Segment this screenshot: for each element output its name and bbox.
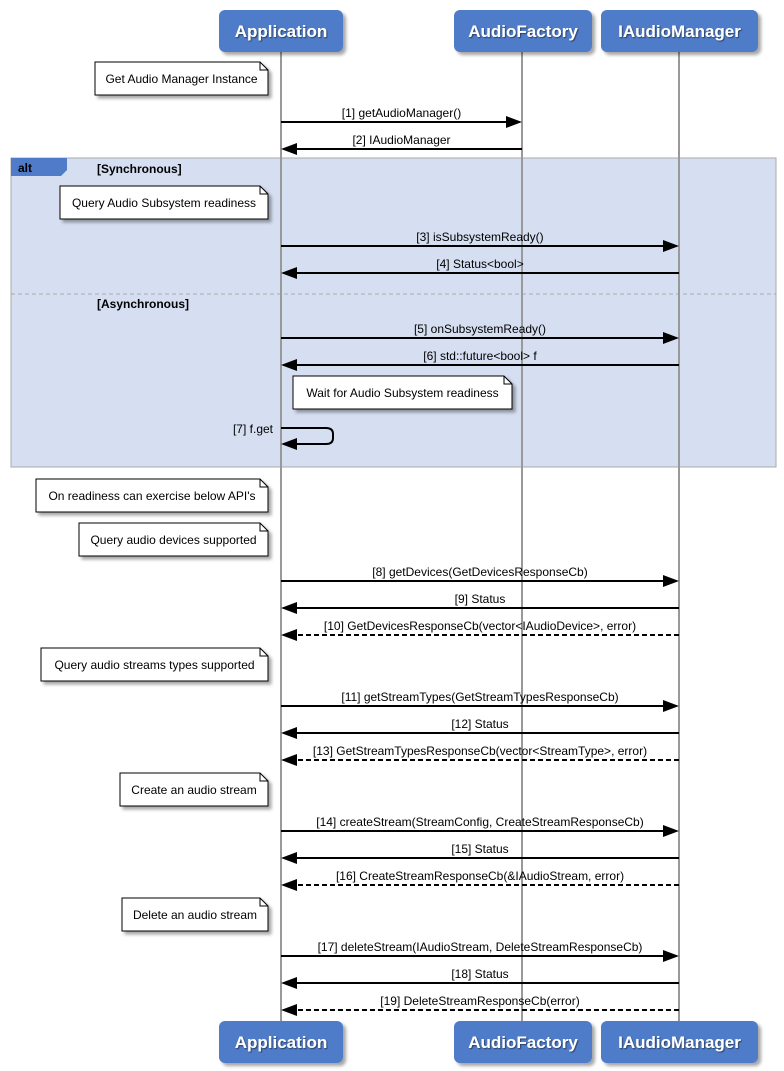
- message-label: [17] deleteStream(IAudioStream, DeleteSt…: [318, 940, 643, 954]
- participant-name: AudioFactory: [468, 1033, 578, 1052]
- message: [16] CreateStreamResponseCb(&IAudioStrea…: [281, 869, 679, 891]
- message: [17] deleteStream(IAudioStream, DeleteSt…: [281, 940, 679, 962]
- message-label: [1] getAudioManager(): [342, 106, 461, 120]
- message-label: [9] Status: [455, 592, 506, 606]
- message-label: [12] Status: [451, 717, 508, 731]
- message-label: [19] DeleteStreamResponseCb(error): [380, 994, 579, 1008]
- arrowhead-icon: [281, 977, 297, 989]
- message: [13] GetStreamTypesResponseCb(vector<Str…: [281, 744, 679, 766]
- alt-label: alt: [18, 161, 32, 175]
- participant-audiofactory-top[interactable]: AudioFactory: [454, 10, 592, 52]
- message-label: [8] getDevices(GetDevicesResponseCb): [372, 565, 587, 579]
- participant-name: IAudioManager: [618, 1033, 741, 1052]
- note: On readiness can exercise below API's: [35, 478, 269, 513]
- message-label: [14] createStream(StreamConfig, CreateSt…: [316, 815, 643, 829]
- note-text: Query Audio Subsystem readiness: [72, 196, 256, 210]
- arrowhead-icon: [663, 825, 679, 837]
- alt-guard-asynchronous: [Asynchronous]: [97, 297, 189, 311]
- arrowhead-icon: [281, 852, 297, 864]
- message: [18] Status: [281, 967, 679, 989]
- arrowhead-icon: [663, 700, 679, 712]
- arrowhead-icon: [281, 629, 297, 641]
- participant-name: AudioFactory: [468, 22, 578, 41]
- message-label: [10] GetDevicesResponseCb(vector<IAudioD…: [324, 619, 636, 633]
- arrowhead-icon: [506, 116, 522, 128]
- message-label: [4] Status<bool>: [436, 257, 523, 271]
- arrowhead-icon: [281, 879, 297, 891]
- message: [1] getAudioManager(): [281, 106, 522, 128]
- participant-name: Application: [235, 1033, 328, 1052]
- arrowhead-icon: [663, 575, 679, 587]
- message: [15] Status: [281, 842, 679, 864]
- note: Wait for Audio Subsystem readiness: [292, 375, 513, 410]
- sequence-diagram: alt [Synchronous] [Asynchronous] Get Audio…: [10, 10, 777, 1063]
- message: [12] Status: [281, 717, 679, 739]
- message-label: [15] Status: [451, 842, 508, 856]
- note-text: Query audio devices supported: [90, 533, 256, 547]
- message: [14] createStream(StreamConfig, CreateSt…: [281, 815, 679, 837]
- note: Query Audio Subsystem readiness: [59, 185, 269, 220]
- message: [8] getDevices(GetDevicesResponseCb): [281, 565, 679, 587]
- message-label: [18] Status: [451, 967, 508, 981]
- note: Query audio devices supported: [78, 522, 269, 557]
- participant-application-bottom[interactable]: Application: [219, 1021, 343, 1063]
- participant-application-top[interactable]: Application: [219, 10, 343, 52]
- note-text: Get Audio Manager Instance: [105, 72, 257, 86]
- arrowhead-icon: [281, 727, 297, 739]
- participant-iaudiomanager-top[interactable]: IAudioManager: [601, 10, 758, 52]
- message-label: [11] getStreamTypes(GetStreamTypesRespon…: [341, 690, 618, 704]
- note: Query audio streams types supported: [40, 647, 269, 682]
- note-text: On readiness can exercise below API's: [48, 489, 255, 503]
- message-label: [3] isSubsystemReady(): [416, 230, 543, 244]
- note: Get Audio Manager Instance: [94, 61, 269, 96]
- message: [2] IAudioManager: [281, 133, 522, 155]
- note-text: Query audio streams types supported: [54, 658, 254, 672]
- note: Delete an audio stream: [121, 897, 269, 932]
- message: [11] getStreamTypes(GetStreamTypesRespon…: [281, 690, 679, 712]
- message-label: [6] std::future<bool> f: [423, 349, 537, 363]
- message-label: [7] f.get: [233, 422, 274, 436]
- message: [10] GetDevicesResponseCb(vector<IAudioD…: [281, 619, 679, 641]
- note: Create an audio stream: [119, 772, 269, 807]
- message-label: [5] onSubsystemReady(): [414, 322, 546, 336]
- note-text: Wait for Audio Subsystem readiness: [306, 386, 498, 400]
- arrowhead-icon: [281, 602, 297, 614]
- message: [19] DeleteStreamResponseCb(error): [281, 994, 679, 1016]
- message-label: [16] CreateStreamResponseCb(&IAudioStrea…: [336, 869, 624, 883]
- note-text: Create an audio stream: [131, 783, 256, 797]
- arrowhead-icon: [281, 754, 297, 766]
- arrowhead-icon: [281, 1004, 297, 1016]
- arrowhead-icon: [281, 143, 297, 155]
- message-label: [2] IAudioManager: [352, 133, 450, 147]
- message-label: [13] GetStreamTypesResponseCb(vector<Str…: [313, 744, 647, 758]
- alt-guard-synchronous: [Synchronous]: [97, 162, 182, 176]
- participant-name: IAudioManager: [618, 22, 741, 41]
- participant-name: Application: [235, 22, 328, 41]
- arrowhead-icon: [663, 950, 679, 962]
- participant-iaudiomanager-bottom[interactable]: IAudioManager: [601, 1021, 758, 1063]
- note-text: Delete an audio stream: [133, 908, 257, 922]
- participant-audiofactory-bottom[interactable]: AudioFactory: [454, 1021, 592, 1063]
- message: [9] Status: [281, 592, 679, 614]
